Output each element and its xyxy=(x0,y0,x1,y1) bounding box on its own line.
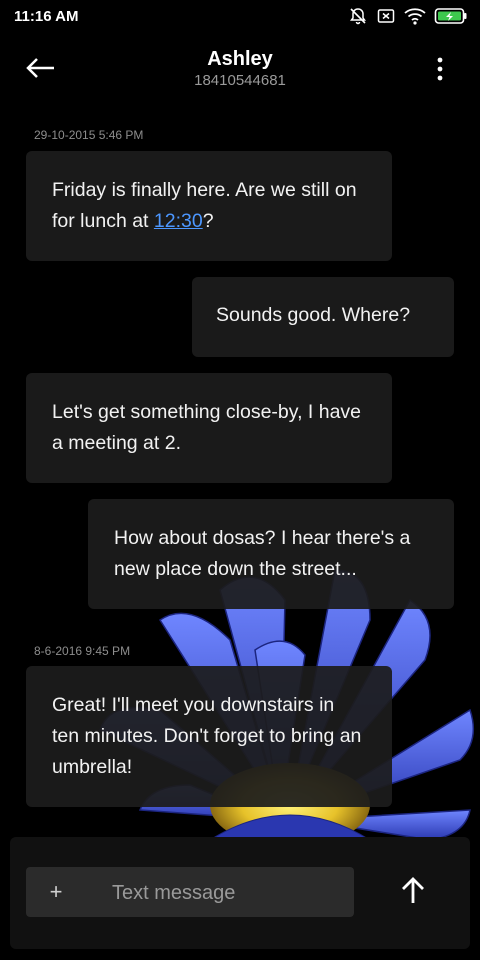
message-input[interactable] xyxy=(110,867,344,919)
message-text: ? xyxy=(202,210,214,232)
message-text: Sounds good. Where? xyxy=(216,304,411,326)
status-bar: 11:16 AM xyxy=(0,0,480,34)
message-text: How about dosas? I hear there's a new pl… xyxy=(114,527,411,580)
time-link[interactable]: 12:30 xyxy=(154,210,203,232)
message-timestamp: 29-10-2015 5:46 PM xyxy=(34,128,144,142)
more-vertical-icon xyxy=(437,57,443,81)
incoming-message-bubble[interactable]: Great! I'll meet you downstairs in ten m… xyxy=(26,666,392,807)
wifi-icon xyxy=(404,6,426,26)
message-text: Let's get something close-by, I have a m… xyxy=(52,401,362,454)
add-attachment-button[interactable]: + xyxy=(40,867,72,917)
incoming-message-bubble[interactable]: Friday is finally here. Are we still on … xyxy=(26,151,392,261)
bell-off-icon xyxy=(348,6,368,26)
incoming-message-bubble[interactable]: Let's get something close-by, I have a m… xyxy=(26,373,392,483)
contact-name: Ashley xyxy=(207,48,273,70)
status-time: 11:16 AM xyxy=(14,8,79,25)
text-input-container: + xyxy=(26,867,354,919)
status-icons xyxy=(348,6,468,26)
conversation-header: Ashley 18410544681 xyxy=(0,34,480,104)
arrow-up-icon xyxy=(402,877,424,903)
contact-phone-number: 18410544681 xyxy=(194,72,286,89)
more-options-button[interactable] xyxy=(428,54,452,84)
message-text: Great! I'll meet you downstairs in ten m… xyxy=(52,694,362,778)
message-timestamp: 8-6-2016 9:45 PM xyxy=(34,644,131,658)
message-composer: + xyxy=(10,837,470,949)
outgoing-message-bubble[interactable]: Sounds good. Where? xyxy=(192,277,454,357)
battery-charging-icon xyxy=(434,6,468,26)
outgoing-message-bubble[interactable]: How about dosas? I hear there's a new pl… xyxy=(88,499,454,609)
send-button[interactable] xyxy=(392,869,434,911)
sim-card-icon xyxy=(376,6,396,26)
